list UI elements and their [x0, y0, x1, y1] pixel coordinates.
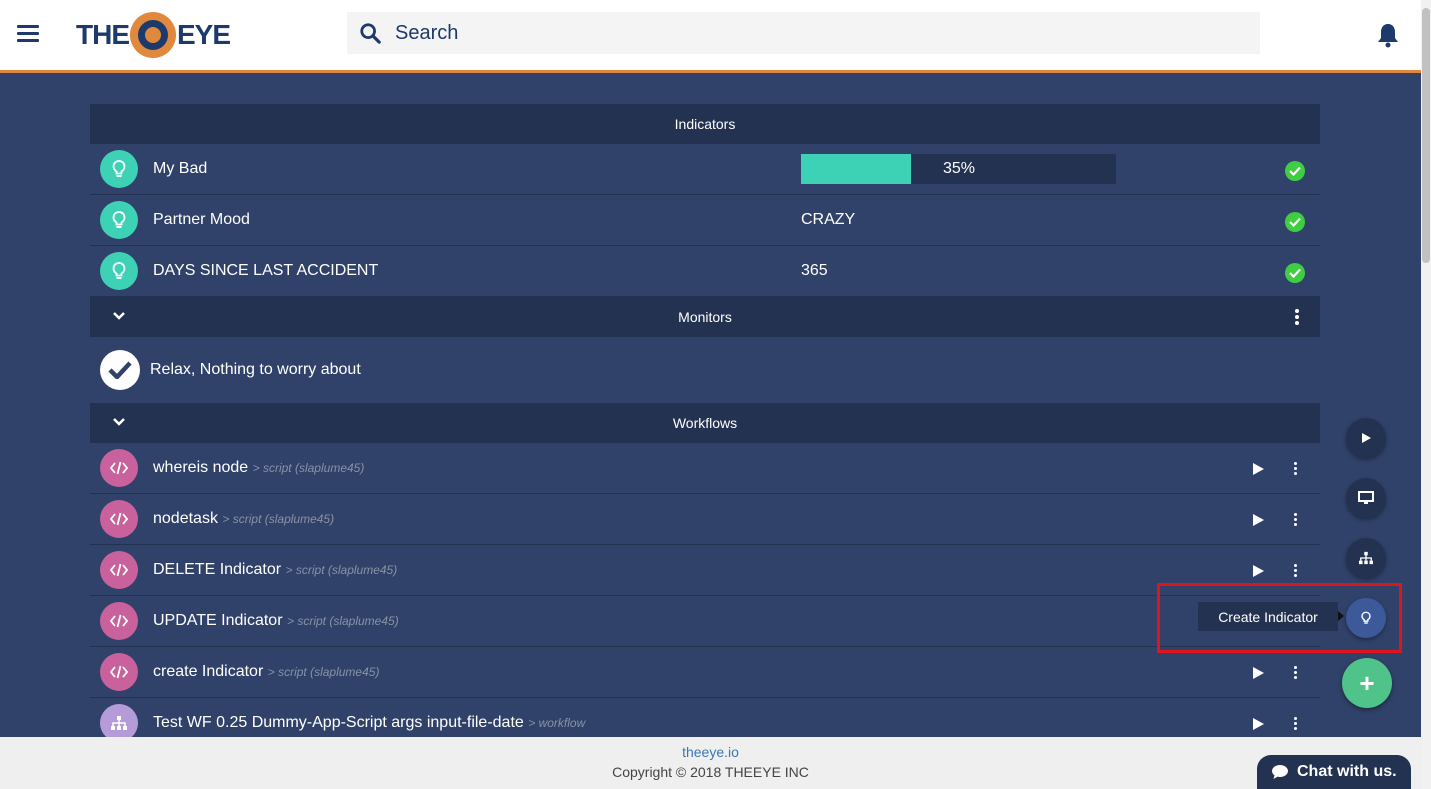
fab-create-monitor[interactable] [1346, 478, 1386, 518]
play-icon [1362, 433, 1371, 443]
search-bar[interactable] [347, 12, 1260, 54]
workflow-title: DELETE Indicator [153, 561, 282, 578]
progress-fill [801, 154, 912, 184]
footer-copyright: Copyright © 2018 THEEYE INC [612, 764, 809, 780]
chat-button[interactable]: Chat with us. [1257, 755, 1411, 789]
indicator-name: My Bad [153, 160, 208, 177]
chat-label: Chat with us. [1297, 763, 1397, 780]
fab-add-button[interactable]: + [1342, 658, 1392, 708]
code-icon [100, 449, 138, 487]
workflow-subtitle: > script (slaplume45) [267, 665, 380, 679]
footer: theeye.io Copyright © 2018 THEEYE INC [0, 737, 1421, 789]
monitor-icon [1358, 491, 1374, 504]
top-bar: THE EYE [0, 0, 1421, 73]
workflow-title: create Indicator [153, 663, 264, 680]
more-options-icon[interactable] [1292, 513, 1298, 527]
workflow-subtitle: > script (slaplume45) [286, 614, 399, 628]
indicator-row[interactable]: My Bad 35% [90, 144, 1320, 195]
fab-create-workflow[interactable] [1346, 538, 1386, 578]
workflows-header[interactable]: Workflows [90, 403, 1320, 443]
menu-icon[interactable] [17, 25, 39, 43]
workflow-name: create Indicator > script (slaplume45) [153, 663, 379, 681]
indicator-name: DAYS SINCE LAST ACCIDENT [153, 262, 379, 279]
check-circle-icon [1285, 263, 1305, 283]
code-icon [100, 500, 138, 538]
check-circle-icon [1285, 161, 1305, 181]
logo-text-left: THE [76, 19, 130, 50]
monitors-title: Monitors [678, 309, 732, 325]
workflow-row[interactable]: UPDATE Indicator > script (slaplume45) [90, 596, 1320, 647]
footer-link[interactable]: theeye.io [0, 744, 1421, 760]
workflow-subtitle: > workflow [528, 716, 586, 730]
code-icon [100, 653, 138, 691]
eye-icon [130, 12, 176, 58]
monitors-status-text: Relax, Nothing to worry about [150, 361, 361, 378]
workflow-title: nodetask [153, 510, 218, 527]
lightbulb-icon [100, 150, 138, 188]
code-icon [100, 602, 138, 640]
logo-text-right: EYE [177, 19, 231, 50]
chat-bubble-icon [1272, 765, 1288, 779]
workflow-title: whereis node [153, 459, 249, 476]
check-circle-icon [1285, 212, 1305, 232]
scrollbar[interactable] [1421, 0, 1431, 789]
lightbulb-icon [100, 252, 138, 290]
play-icon[interactable] [1251, 717, 1265, 731]
workflow-row[interactable]: whereis node > script (slaplume45) [90, 443, 1320, 494]
sitemap-icon [1359, 551, 1373, 565]
workflow-name: Test WF 0.25 Dummy-App-Script args input… [153, 714, 585, 732]
scrollbar-thumb[interactable] [1422, 8, 1430, 263]
plus-icon: + [1359, 667, 1375, 698]
workflow-name: UPDATE Indicator > script (slaplume45) [153, 612, 399, 630]
indicators-header: Indicators [90, 104, 1320, 144]
check-icon [100, 350, 140, 390]
workflow-name: nodetask > script (slaplume45) [153, 510, 334, 528]
workflow-title: UPDATE Indicator [153, 612, 283, 629]
search-input[interactable] [395, 12, 1245, 54]
workflow-title: Test WF 0.25 Dummy-App-Script args input… [153, 714, 524, 731]
indicator-row[interactable]: DAYS SINCE LAST ACCIDENT 365 [90, 246, 1320, 297]
more-options-icon[interactable] [1292, 666, 1298, 680]
code-icon [100, 551, 138, 589]
play-icon[interactable] [1251, 513, 1265, 527]
more-options-icon[interactable] [1292, 564, 1298, 578]
indicator-progress-bar: 35% [801, 154, 1116, 184]
indicators-title: Indicators [674, 116, 736, 132]
workflow-subtitle: > script (slaplume45) [222, 512, 335, 526]
more-options-icon[interactable] [1292, 717, 1298, 731]
workflow-row[interactable]: create Indicator > script (slaplume45) [90, 647, 1320, 698]
more-options-icon[interactable] [1292, 462, 1298, 476]
logo[interactable]: THE EYE [76, 12, 231, 58]
chevron-down-icon[interactable] [112, 311, 126, 321]
indicator-row[interactable]: Partner Mood CRAZY [90, 195, 1320, 246]
workflow-name: whereis node > script (slaplume45) [153, 459, 364, 477]
search-icon[interactable] [359, 22, 381, 44]
play-icon[interactable] [1251, 462, 1265, 476]
progress-value: 35% [943, 160, 976, 177]
play-icon[interactable] [1251, 564, 1265, 578]
workflow-name: DELETE Indicator > script (slaplume45) [153, 561, 397, 579]
dashboard-panel: Indicators My Bad 35% Partner Mood CRAZY… [90, 104, 1320, 749]
indicator-value: 365 [801, 262, 828, 279]
workflow-subtitle: > script (slaplume45) [252, 461, 365, 475]
workflows-title: Workflows [672, 415, 738, 431]
workflow-row[interactable]: DELETE Indicator > script (slaplume45) [90, 545, 1320, 596]
monitors-status: Relax, Nothing to worry about [90, 337, 1320, 403]
more-options-icon[interactable] [1294, 309, 1300, 325]
indicator-name: Partner Mood [153, 211, 250, 228]
fab-run-task[interactable] [1346, 418, 1386, 458]
workflow-row[interactable]: nodetask > script (slaplume45) [90, 494, 1320, 545]
play-icon[interactable] [1251, 666, 1265, 680]
monitors-header[interactable]: Monitors [90, 297, 1320, 337]
highlight-annotation [1157, 583, 1402, 653]
lightbulb-icon [100, 201, 138, 239]
workflow-subtitle: > script (slaplume45) [285, 563, 398, 577]
bell-icon[interactable] [1376, 22, 1400, 48]
chevron-down-icon[interactable] [112, 417, 126, 427]
indicator-value: CRAZY [801, 211, 856, 228]
